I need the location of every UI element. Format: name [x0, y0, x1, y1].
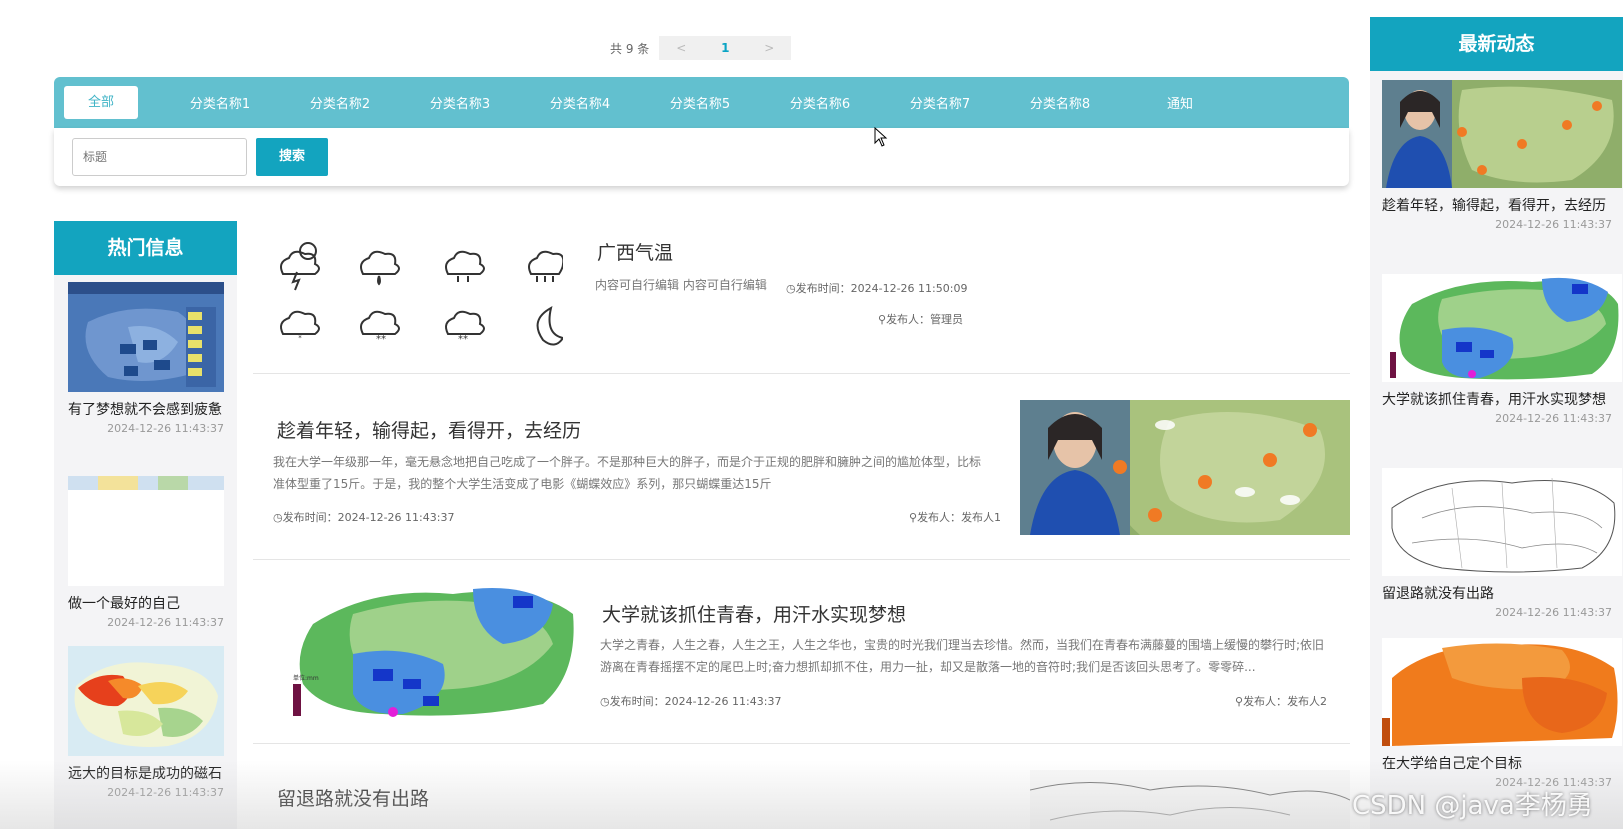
prev-page-button[interactable]: < [659, 36, 703, 60]
publish-time-value: 2024-12-26 11:50:09 [850, 282, 968, 295]
next-page-button[interactable]: > [747, 36, 791, 60]
news-item-title: 趁着年轻，输得起，看得开，去经历 [1382, 198, 1606, 214]
list-item[interactable]: * ** ** 广西气温 内容可自行编辑 内容可自行编辑 ◷发布时间：2024-… [253, 216, 1350, 374]
list-item[interactable]: 单位:mm 大学就该抓住青春，用汗水实现梦想 大学之青春，人生之春，人生之王，人… [253, 560, 1350, 744]
search-button[interactable]: 搜索 [256, 138, 328, 176]
hot-item[interactable]: 远大的目标是成功的磁石 2024-12-26 11:43:37 [68, 646, 224, 799]
hot-item-image [68, 476, 224, 586]
tab-all[interactable]: 全部 [64, 86, 138, 119]
latest-news-header: 最新动态 [1370, 17, 1623, 71]
publish-time-label: 发布时间： [282, 511, 338, 524]
article-author: ⚲发布人：管理员 [878, 311, 963, 327]
user-icon: ⚲ [1235, 695, 1244, 708]
article-image [1030, 770, 1350, 829]
news-item-image [1382, 638, 1622, 746]
news-item[interactable]: 在大学给自己定个目标 2024-12-26 11:43:37 [1382, 638, 1622, 789]
hot-info-header: 热门信息 [54, 221, 237, 275]
article-publish-time: ◷发布时间：2024-12-26 11:43:37 [273, 509, 454, 525]
svg-text:**: ** [376, 334, 386, 345]
author-value: 发布人2 [1287, 695, 1328, 708]
user-icon: ⚲ [909, 511, 918, 524]
author-label: 发布人： [1243, 695, 1288, 708]
mouse-cursor-icon [874, 127, 888, 147]
latest-news-panel: 最新动态 趁着年轻，输得起，看得开，去经历 2024-12-26 11:43:3… [1370, 17, 1623, 829]
publish-time-value: 2024-12-26 11:43:37 [664, 695, 782, 708]
publish-time-label: 发布时间： [795, 282, 851, 295]
news-item-title: 在大学给自己定个目标 [1382, 756, 1522, 772]
svg-text:**: ** [458, 334, 468, 345]
publish-time-label: 发布时间： [609, 695, 665, 708]
tab-notice[interactable]: 通知 [1120, 93, 1240, 112]
hot-item-image [68, 646, 224, 756]
pagination-buttons: < 1 > [659, 36, 792, 60]
news-item-image [1382, 468, 1622, 576]
news-item-date: 2024-12-26 11:43:37 [1495, 412, 1612, 425]
hot-item-date: 2024-12-26 11:43:37 [107, 786, 224, 799]
hot-item[interactable]: 有了梦想就不会感到疲惫 2024-12-26 11:43:37 [68, 282, 224, 435]
news-item-image [1382, 80, 1622, 188]
news-item[interactable]: 留退路就没有出路 2024-12-26 11:43:37 [1382, 468, 1622, 619]
author-label: 发布人： [917, 511, 962, 524]
article-author: ⚲发布人：发布人2 [1235, 693, 1327, 709]
hot-item-image [68, 282, 224, 392]
article-image: 单位:mm [283, 584, 578, 720]
author-value: 发布人1 [961, 511, 1002, 524]
article-desc: 内容可自行编辑 内容可自行编辑 [595, 278, 767, 292]
author-value: 管理员 [930, 313, 964, 326]
tab-category-4[interactable]: 分类名称4 [520, 93, 640, 112]
hot-item-title: 有了梦想就不会感到疲惫 [68, 402, 222, 418]
search-input[interactable] [72, 138, 247, 176]
search-panel: 搜索 [54, 128, 1349, 186]
list-item[interactable]: 趁着年轻，输得起，看得开，去经历 我在大学一年级那一年，毫无悬念地把自己吃成了一… [253, 374, 1350, 560]
article-title[interactable]: 大学就该抓住青春，用汗水实现梦想 [602, 600, 906, 627]
hot-item-date: 2024-12-26 11:43:37 [107, 422, 224, 435]
list-item[interactable]: 留退路就没有出路 [253, 744, 1350, 829]
news-item-date: 2024-12-26 11:43:37 [1495, 606, 1612, 619]
news-item-date: 2024-12-26 11:43:37 [1495, 218, 1612, 231]
article-title[interactable]: 广西气温 [597, 238, 673, 265]
weather-icons-image: * ** ** [280, 242, 563, 346]
tab-category-2[interactable]: 分类名称2 [280, 93, 400, 112]
hot-item-date: 2024-12-26 11:43:37 [107, 616, 224, 629]
pagination-total: 共 9 条 [610, 41, 650, 56]
hot-item[interactable]: 做一个最好的自己 2024-12-26 11:43:37 [68, 476, 224, 629]
tab-category-1[interactable]: 分类名称1 [160, 93, 280, 112]
hot-item-title: 远大的目标是成功的磁石 [68, 766, 222, 782]
tab-category-8[interactable]: 分类名称8 [1000, 93, 1120, 112]
page-number-button[interactable]: 1 [703, 36, 747, 60]
clock-icon: ◷ [600, 695, 610, 708]
article-publish-time: ◷发布时间：2024-12-26 11:43:37 [600, 693, 781, 709]
article-desc: 我在大学一年级那一年，毫无悬念地把自己吃成了一个胖子。不是那种巨大的胖子，而是介… [273, 455, 982, 491]
category-tabs: 全部 分类名称1 分类名称2 分类名称3 分类名称4 分类名称5 分类名称6 分… [54, 77, 1349, 128]
hot-info-panel: 热门信息 有了梦想就不会感到疲惫 2024-12-26 11:43:37 做一个… [54, 221, 237, 829]
article-image [1020, 400, 1350, 535]
tab-category-6[interactable]: 分类名称6 [760, 93, 880, 112]
news-item-title: 大学就该抓住青春，用汗水实现梦想 [1382, 392, 1606, 408]
article-author: ⚲发布人：发布人1 [909, 509, 1001, 525]
author-label: 发布人： [886, 313, 931, 326]
svg-text:*: * [298, 334, 302, 342]
news-item-title: 留退路就没有出路 [1382, 586, 1494, 602]
news-item[interactable]: 趁着年轻，输得起，看得开，去经历 2024-12-26 11:43:37 [1382, 80, 1622, 231]
watermark-text: CSDN @java李杨勇 [1352, 791, 1593, 821]
clock-icon: ◷ [786, 282, 796, 295]
news-item[interactable]: 大学就该抓住青春，用汗水实现梦想 2024-12-26 11:43:37 [1382, 274, 1622, 425]
article-title[interactable]: 趁着年轻，输得起，看得开，去经历 [277, 416, 581, 443]
tab-category-7[interactable]: 分类名称7 [880, 93, 1000, 112]
svg-text:单位:mm: 单位:mm [293, 674, 319, 682]
publish-time-value: 2024-12-26 11:43:37 [337, 511, 455, 524]
page: 共 9 条 < 1 > 全部 分类名称1 分类名称2 分类名称3 分类名称4 分… [0, 0, 1623, 829]
article-desc: 大学之青春，人生之春，人生之王，人生之华也，宝贵的时光我们理当去珍惜。然而，当我… [600, 638, 1325, 674]
article-title[interactable]: 留退路就没有出路 [277, 784, 429, 811]
tab-category-3[interactable]: 分类名称3 [400, 93, 520, 112]
article-publish-time: ◷发布时间：2024-12-26 11:50:09 [786, 280, 967, 296]
user-icon: ⚲ [878, 313, 887, 326]
hot-item-title: 做一个最好的自己 [68, 596, 180, 612]
tab-category-5[interactable]: 分类名称5 [640, 93, 760, 112]
clock-icon: ◷ [273, 511, 283, 524]
news-item-image [1382, 274, 1622, 382]
pagination: 共 9 条 < 1 > [610, 36, 792, 60]
